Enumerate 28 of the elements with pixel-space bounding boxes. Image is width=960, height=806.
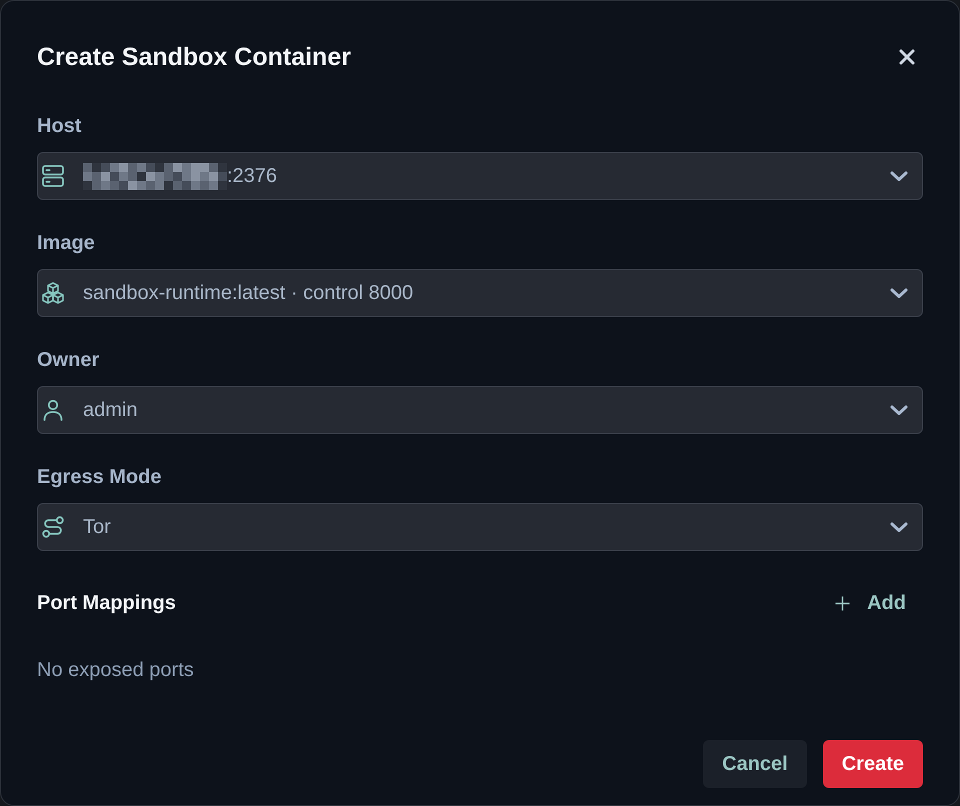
field-value: Tor bbox=[83, 515, 111, 540]
select-field[interactable]: sandbox-runtime:latest · control 8000 bbox=[37, 269, 923, 317]
route-icon bbox=[42, 516, 64, 538]
field-value: :2376 bbox=[227, 164, 278, 189]
field-label: Egress Mode bbox=[37, 465, 162, 490]
dialog-title: Create Sandbox Container bbox=[37, 42, 351, 73]
select-field[interactable]: Tor bbox=[37, 503, 923, 551]
field-label: Host bbox=[37, 114, 82, 139]
field-label: Owner bbox=[37, 348, 100, 373]
chevron-down-icon bbox=[890, 404, 908, 416]
field-label: Image bbox=[37, 231, 95, 256]
field-value: sandbox-runtime:latest · control 8000 bbox=[83, 281, 414, 306]
chevron-down-icon bbox=[890, 288, 908, 298]
cubes-icon bbox=[42, 282, 64, 304]
create-button[interactable]: Create bbox=[822, 740, 923, 788]
section-title: Port Mappings bbox=[37, 591, 176, 616]
empty-state-text: No exposed ports bbox=[37, 658, 194, 683]
plus-icon bbox=[835, 596, 850, 610]
select-field[interactable]: admin bbox=[37, 386, 923, 434]
user-icon bbox=[42, 399, 64, 421]
server-icon bbox=[42, 165, 64, 187]
select-field[interactable]: :2376 bbox=[37, 152, 923, 200]
add-button[interactable]: Add bbox=[818, 583, 923, 623]
chevron-down-icon bbox=[890, 170, 908, 182]
close-icon bbox=[899, 49, 915, 65]
field-value: admin bbox=[83, 398, 138, 423]
cancel-button[interactable]: Cancel bbox=[703, 740, 807, 788]
chevron-down-icon bbox=[890, 522, 908, 532]
